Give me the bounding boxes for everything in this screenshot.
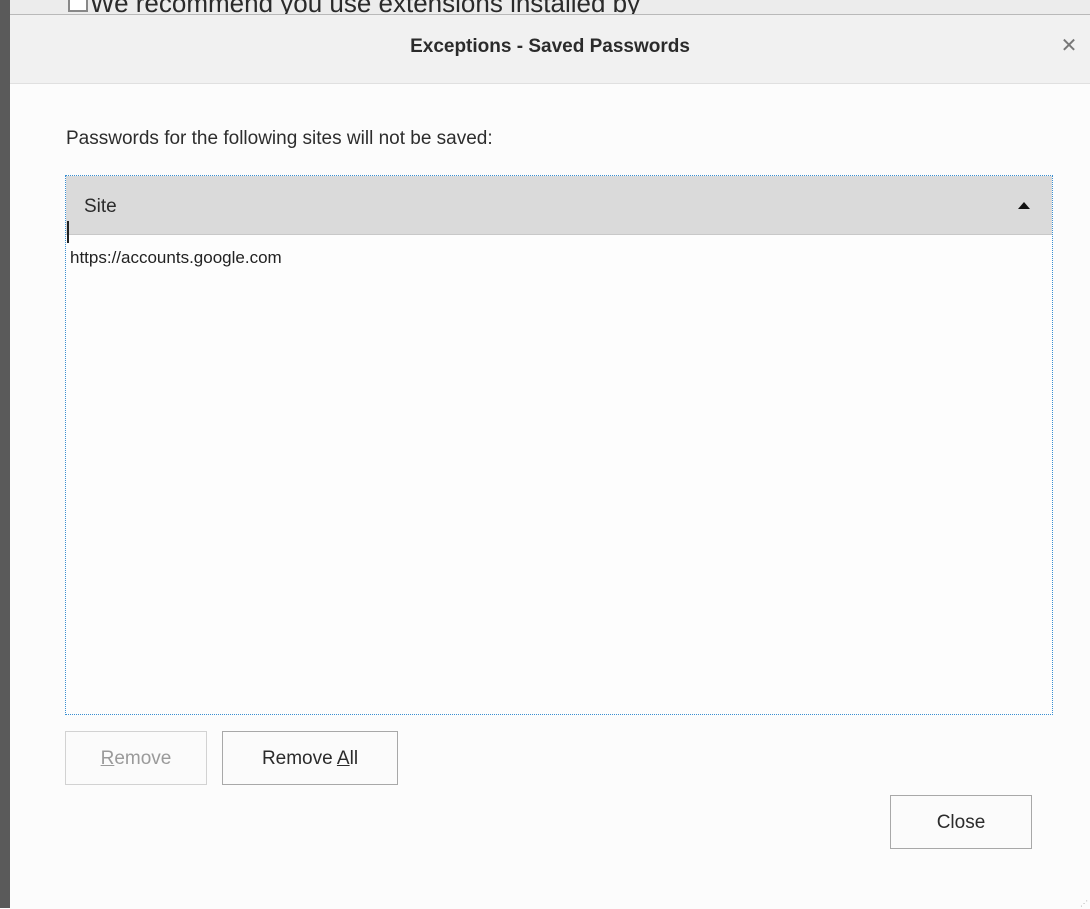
dialog-description: Passwords for the following sites will n… xyxy=(66,128,493,149)
window-frame-left xyxy=(0,0,10,908)
remove-button-accel: R xyxy=(100,748,115,769)
column-header-site[interactable]: Site xyxy=(84,196,117,218)
remove-all-button-prefix: Remove xyxy=(261,748,337,769)
sites-list[interactable]: Site https://accounts.google.com xyxy=(65,175,1053,715)
list-header: Site xyxy=(66,176,1052,235)
background-checkbox xyxy=(68,0,88,12)
remove-button-suffix: emove xyxy=(114,748,172,769)
list-item[interactable]: https://accounts.google.com xyxy=(70,248,282,268)
close-button[interactable]: Close xyxy=(890,795,1032,849)
exceptions-dialog: Exceptions - Saved Passwords ✕ Passwords… xyxy=(10,14,1090,909)
remove-button[interactable]: Remove xyxy=(65,731,207,785)
resize-grip-icon[interactable]: ⋰ xyxy=(1080,899,1088,908)
dialog-title: Exceptions - Saved Passwords xyxy=(410,36,690,57)
remove-all-button[interactable]: Remove All xyxy=(222,731,398,785)
background-window: We recommend you use extensions installe… xyxy=(10,0,1090,14)
background-window-text: We recommend you use extensions installe… xyxy=(90,0,640,14)
close-icon[interactable]: ✕ xyxy=(1058,33,1080,59)
sort-ascending-icon xyxy=(1018,202,1030,209)
remove-all-button-accel: A xyxy=(336,748,350,769)
remove-all-button-suffix: ll xyxy=(349,748,359,769)
text-caret xyxy=(67,221,69,243)
dialog-titlebar: Exceptions - Saved Passwords ✕ xyxy=(10,15,1090,84)
